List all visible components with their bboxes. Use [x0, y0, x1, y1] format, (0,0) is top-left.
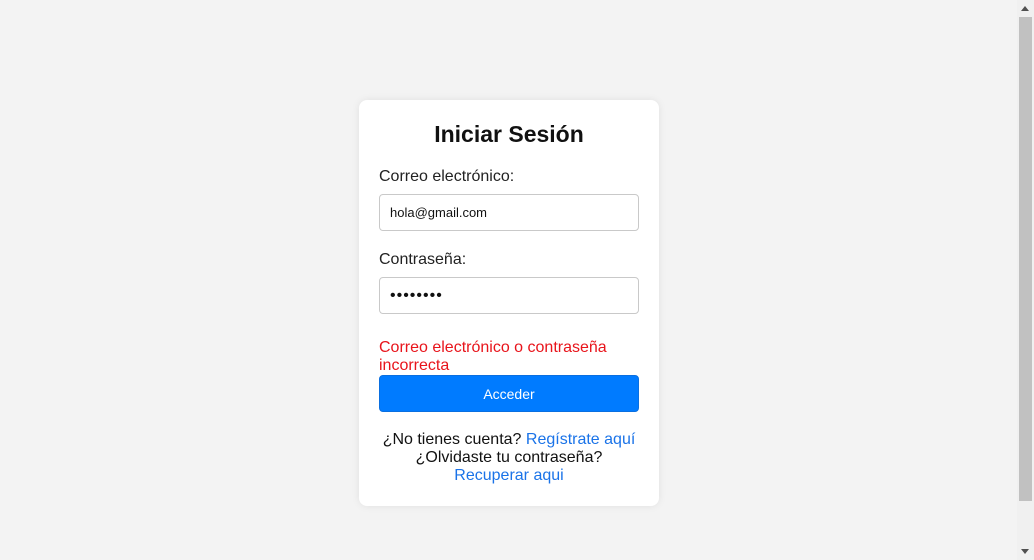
error-message: Correo electrónico o contraseña incorrec… [379, 339, 607, 374]
scroll-down-arrow-icon[interactable] [1021, 549, 1029, 554]
login-card: Iniciar Sesión Correo electrónico: Contr… [359, 100, 659, 506]
email-field[interactable] [379, 194, 639, 231]
register-row: ¿No tienes cuenta? Regístrate aquí [359, 431, 659, 449]
scroll-up-arrow-icon[interactable] [1021, 6, 1029, 11]
forgot-password-text: ¿Olvidaste tu contraseña? [415, 449, 603, 466]
scrollbar-thumb[interactable] [1019, 17, 1032, 501]
email-label: Correo electrónico: [379, 168, 515, 185]
register-link[interactable]: Regístrate aquí [526, 431, 635, 448]
recover-row: Recuperar aqui [359, 467, 659, 485]
footer-links: ¿No tienes cuenta? Regístrate aquí ¿Olvi… [359, 431, 659, 485]
recover-link[interactable]: Recuperar aqui [454, 467, 563, 484]
no-account-text: ¿No tienes cuenta? [382, 431, 522, 448]
password-label: Contraseña: [379, 251, 467, 268]
password-field[interactable] [379, 277, 639, 314]
page-title: Iniciar Sesión [434, 121, 584, 147]
page: Iniciar Sesión Correo electrónico: Contr… [0, 0, 1034, 560]
submit-button[interactable]: Acceder [379, 375, 639, 412]
vertical-scrollbar[interactable] [1017, 0, 1034, 560]
